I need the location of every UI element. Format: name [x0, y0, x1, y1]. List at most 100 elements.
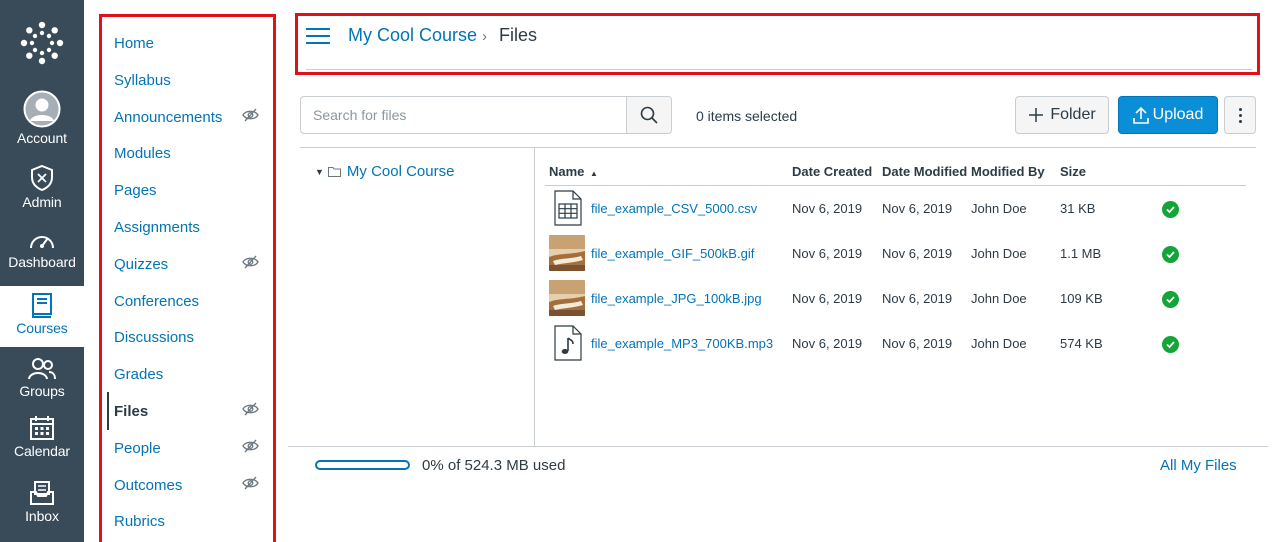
upload-button[interactable]: Upload: [1118, 96, 1218, 134]
published-check-icon[interactable]: [1162, 246, 1179, 263]
file-size: 1.1 MB: [1060, 246, 1102, 261]
course-nav-modules[interactable]: Modules: [114, 145, 171, 162]
folder-icon: [327, 167, 341, 177]
upload-icon: [1132, 106, 1149, 124]
global-nav-calendar[interactable]: Calendar: [0, 415, 84, 471]
course-nav-discussions[interactable]: Discussions: [114, 329, 194, 346]
breadcrumb-current: Files: [499, 25, 538, 45]
account-avatar-icon: [23, 90, 61, 128]
published-check-icon[interactable]: [1162, 201, 1179, 218]
file-size: 574 KB: [1060, 336, 1103, 351]
date-modified: Nov 6, 2019: [882, 201, 953, 216]
folder-tree-root-label: My Cool Course: [346, 163, 455, 180]
global-nav-inbox[interactable]: Inbox: [0, 480, 84, 536]
global-nav-account-label: Account: [17, 130, 67, 146]
col-header-name[interactable]: Name ▲: [549, 164, 598, 179]
selected-count: 0 items selected: [696, 108, 798, 124]
col-header-modified-by[interactable]: Modified By: [971, 164, 1045, 179]
date-modified: Nov 6, 2019: [882, 336, 953, 351]
hidden-eye-icon: [242, 255, 259, 269]
course-nav-grades[interactable]: Grades: [114, 366, 163, 383]
panel-bottom-divider: [288, 446, 1268, 447]
breadcrumb-course[interactable]: My Cool Course: [348, 25, 477, 46]
image-thumbnail: [549, 280, 585, 316]
plus-icon: [1029, 108, 1044, 122]
hidden-eye-icon: [242, 108, 259, 122]
sort-ascending-icon: ▲: [590, 169, 598, 178]
global-nav-dashboard[interactable]: Dashboard: [0, 230, 84, 282]
course-nav-pages[interactable]: Pages: [114, 182, 157, 199]
file-size: 31 KB: [1060, 201, 1096, 216]
course-nav-files[interactable]: Files: [114, 403, 148, 420]
shield-icon: [31, 164, 53, 192]
course-nav-syllabus[interactable]: Syllabus: [114, 72, 171, 89]
file-name-link[interactable]: file_example_CSV_5000.csv: [591, 201, 757, 216]
spreadsheet-file-icon: [554, 190, 582, 226]
add-folder-button[interactable]: Folder: [1015, 96, 1109, 134]
file-name-link[interactable]: file_example_JPG_100kB.jpg: [591, 291, 762, 306]
hidden-eye-icon: [242, 439, 259, 453]
date-created: Nov 6, 2019: [792, 246, 863, 261]
all-my-files-link[interactable]: All My Files: [1160, 457, 1237, 474]
file-name-link[interactable]: file_example_GIF_500kB.gif: [591, 246, 754, 261]
modified-by: John Doe: [971, 336, 1027, 351]
search-button[interactable]: [626, 97, 671, 133]
table-header-divider: [545, 185, 1246, 186]
course-nav-quizzes[interactable]: Quizzes: [114, 256, 168, 273]
search-box: [300, 96, 672, 134]
course-nav-active-indicator: [107, 392, 109, 430]
course-nav-assignments[interactable]: Assignments: [114, 219, 200, 236]
header-divider: [306, 69, 1252, 70]
date-modified: Nov 6, 2019: [882, 291, 953, 306]
folder-tree-root[interactable]: ▼ My Cool Course: [315, 163, 454, 180]
more-options-button[interactable]: [1224, 96, 1256, 134]
date-modified: Nov 6, 2019: [882, 246, 953, 261]
people-icon: [28, 358, 56, 380]
audio-file-icon: [554, 325, 582, 361]
global-nav-courses-label: Courses: [16, 320, 68, 336]
search-input[interactable]: [301, 97, 627, 133]
global-nav-dashboard-label: Dashboard: [8, 254, 76, 270]
search-icon: [640, 106, 658, 124]
add-folder-label: Folder: [1050, 106, 1096, 123]
global-nav-courses[interactable]: Courses: [0, 286, 84, 347]
expand-caret-icon[interactable]: ▼: [315, 167, 324, 177]
global-nav: Account Admin Dashboard Courses Groups C…: [0, 0, 84, 542]
hidden-eye-icon: [242, 476, 259, 490]
global-nav-groups[interactable]: Groups: [0, 357, 84, 409]
global-nav-account[interactable]: Account: [0, 90, 84, 152]
date-created: Nov 6, 2019: [792, 336, 863, 351]
col-header-size[interactable]: Size: [1060, 164, 1086, 179]
hidden-eye-icon: [242, 402, 259, 416]
panel-top-divider: [300, 147, 1256, 148]
date-created: Nov 6, 2019: [792, 201, 863, 216]
course-nav-rubrics[interactable]: Rubrics: [114, 513, 165, 530]
global-nav-calendar-label: Calendar: [13, 443, 70, 459]
col-header-date-created[interactable]: Date Created: [792, 164, 872, 179]
date-created: Nov 6, 2019: [792, 291, 863, 306]
global-nav-admin[interactable]: Admin: [0, 164, 84, 218]
modified-by: John Doe: [971, 201, 1027, 216]
storage-quota-bar: [315, 460, 410, 470]
book-icon: [32, 293, 52, 318]
canvas-logo-icon[interactable]: [20, 21, 64, 65]
col-header-date-modified[interactable]: Date Modified: [882, 164, 967, 179]
speedometer-icon: [30, 236, 54, 249]
kebab-menu-icon: [1238, 107, 1242, 111]
course-nav-announcements[interactable]: Announcements: [114, 109, 222, 126]
inbox-icon: [30, 481, 54, 505]
file-size: 109 KB: [1060, 291, 1103, 306]
course-nav-highlight: [99, 14, 276, 542]
course-nav-people[interactable]: People: [114, 440, 161, 457]
file-name-link[interactable]: file_example_MP3_700KB.mp3: [591, 336, 773, 351]
course-nav-home[interactable]: Home: [114, 35, 154, 52]
panel-vertical-divider: [534, 147, 535, 447]
course-nav-conferences[interactable]: Conferences: [114, 293, 199, 310]
published-check-icon[interactable]: [1162, 291, 1179, 308]
global-nav-groups-label: Groups: [19, 383, 65, 399]
upload-label: Upload: [1152, 106, 1204, 123]
modified-by: John Doe: [971, 246, 1027, 261]
course-nav-outcomes[interactable]: Outcomes: [114, 477, 182, 494]
published-check-icon[interactable]: [1162, 336, 1179, 353]
hamburger-menu-icon[interactable]: [306, 26, 330, 46]
